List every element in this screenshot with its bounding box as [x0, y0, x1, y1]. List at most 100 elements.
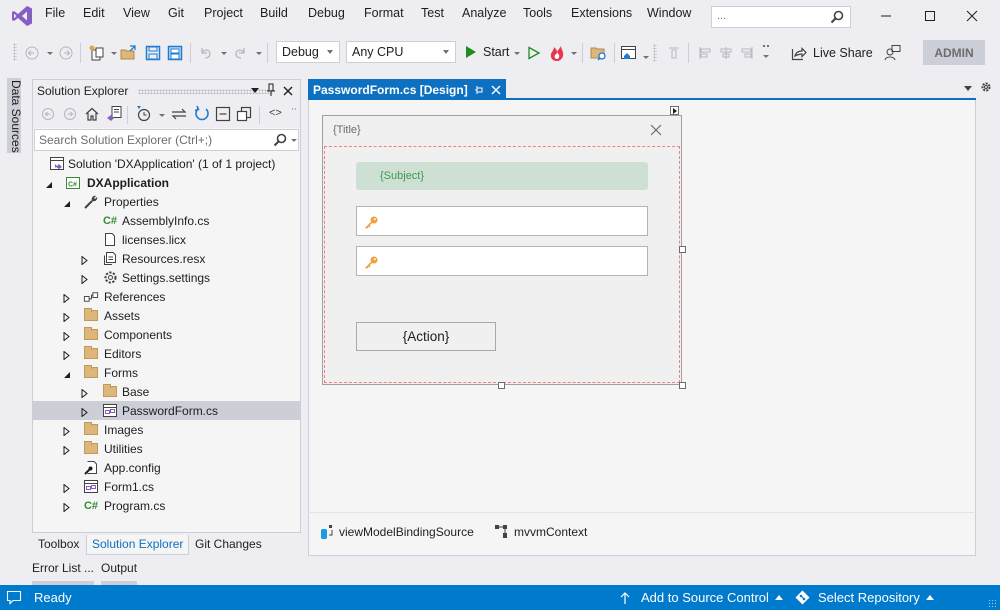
tree-item[interactable]: Utilities [33, 439, 300, 458]
maximize-button[interactable] [920, 6, 940, 26]
menu-debug[interactable]: Debug [308, 6, 345, 20]
tree-item[interactable]: Solution 'DXApplication' (1 of 1 project… [33, 154, 300, 173]
collapsed-arrow-icon[interactable] [63, 501, 71, 513]
expanded-arrow-icon[interactable] [63, 197, 71, 207]
collapsed-arrow-icon[interactable] [63, 311, 71, 323]
collapsed-arrow-icon[interactable] [63, 330, 71, 342]
tree-item[interactable]: Form1.cs [33, 477, 300, 496]
resize-handle-right[interactable] [679, 246, 686, 253]
toolbar-grip[interactable] [13, 43, 17, 61]
new-project-button[interactable] [88, 44, 106, 62]
save-all-button[interactable] [166, 44, 184, 62]
forward-button[interactable] [63, 107, 77, 124]
tree-item[interactable]: PasswordForm.cs [33, 401, 300, 420]
menu-build[interactable]: Build [260, 6, 288, 20]
undo-button[interactable] [197, 44, 215, 62]
align-tops-button[interactable] [665, 44, 683, 62]
tab-git-changes[interactable]: Git Changes [190, 535, 267, 555]
align-lefts-button[interactable] [696, 44, 714, 62]
tree-item[interactable]: Assets [33, 306, 300, 325]
collapsed-arrow-icon[interactable] [81, 273, 89, 285]
menu-tools[interactable]: Tools [523, 6, 552, 20]
open-file-button[interactable] [120, 44, 138, 62]
tree-item[interactable]: App.config [33, 458, 300, 477]
tree-item[interactable]: Settings.settings [33, 268, 300, 287]
show-all-files-button[interactable] [236, 106, 252, 125]
refresh-button[interactable] [193, 105, 211, 126]
tree-item[interactable]: References [33, 287, 300, 306]
redo-dropdown-arrow-icon[interactable] [256, 52, 262, 55]
menu-edit[interactable]: Edit [83, 6, 105, 20]
tree-item[interactable]: Images [33, 420, 300, 439]
collapsed-arrow-icon[interactable] [63, 349, 71, 361]
collapsed-arrow-icon[interactable] [63, 482, 71, 494]
solution-explorer-search[interactable] [34, 129, 299, 151]
component-view-model-binding-source[interactable]: viewModelBindingSource [319, 524, 474, 540]
minimize-button[interactable] [876, 6, 896, 26]
collapse-all-button[interactable] [215, 106, 231, 125]
resize-handle-bottom-right[interactable] [679, 382, 686, 389]
overflow-icon[interactable]: ⋅⋅ [291, 104, 297, 115]
window-position-dropdown-icon[interactable] [251, 88, 259, 93]
search-options-dropdown-icon[interactable] [291, 139, 297, 142]
navigate-forward-button[interactable] [57, 44, 75, 62]
search-solution-input[interactable] [35, 130, 255, 150]
collapsed-arrow-icon[interactable] [81, 254, 89, 266]
menu-test[interactable]: Test [421, 6, 444, 20]
back-dropdown-arrow-icon[interactable] [47, 52, 53, 55]
start-without-debugging-button[interactable] [525, 44, 543, 62]
find-in-files-button[interactable] [590, 44, 608, 62]
layout-dropdown-arrow-icon[interactable] [643, 56, 649, 59]
account-button[interactable]: ADMIN [923, 40, 985, 65]
live-share-button[interactable]: Live Share [791, 45, 873, 61]
back-button[interactable] [41, 107, 55, 124]
collapsed-arrow-icon[interactable] [81, 387, 89, 399]
new-project-dropdown-arrow-icon[interactable] [111, 52, 117, 55]
expanded-arrow-icon[interactable] [45, 178, 53, 188]
notifications-status[interactable]: Ready [6, 590, 72, 605]
navigate-back-button[interactable] [23, 44, 41, 62]
close-tab-icon[interactable] [491, 84, 501, 98]
solution-platform-select[interactable]: Any CPU [346, 41, 456, 63]
menu-format[interactable]: Format [364, 6, 404, 20]
resize-handle-bottom[interactable] [498, 382, 505, 389]
pin-icon[interactable] [266, 83, 276, 100]
tree-item[interactable]: Editors [33, 344, 300, 363]
collapsed-arrow-icon[interactable] [63, 444, 71, 456]
component-mvvm-context[interactable]: mvvmContext [494, 524, 587, 540]
tree-item[interactable]: C# DXApplication [33, 173, 300, 192]
align-centers-button[interactable] [717, 44, 735, 62]
sync-with-active-document-button[interactable] [171, 107, 187, 124]
collapsed-arrow-icon[interactable] [63, 292, 71, 304]
expanded-arrow-icon[interactable] [63, 368, 71, 378]
tree-item[interactable]: licenses.licx [33, 230, 300, 249]
action-button[interactable]: {Action} [356, 322, 496, 351]
align-rights-button[interactable] [738, 44, 756, 62]
pin-tab-icon[interactable] [474, 84, 484, 98]
feedback-button[interactable] [884, 44, 902, 62]
data-sources-tab[interactable]: Data Sources [7, 78, 23, 153]
undo-dropdown-arrow-icon[interactable] [221, 52, 227, 55]
collapsed-arrow-icon[interactable] [63, 425, 71, 437]
code-view-icon[interactable]: <> [269, 107, 282, 119]
tree-item[interactable]: Properties [33, 192, 300, 211]
hot-reload-dropdown-arrow-icon[interactable] [571, 52, 577, 55]
resize-grip-icon[interactable] [988, 599, 996, 607]
toolbar-grip[interactable] [653, 44, 657, 62]
menu-git[interactable]: Git [168, 6, 184, 20]
form-layout-button[interactable] [620, 44, 638, 62]
menu-window[interactable]: Window [647, 6, 691, 20]
home-button[interactable] [84, 106, 100, 125]
start-debugging-button[interactable]: Start [465, 45, 509, 59]
menu-extensions[interactable]: Extensions [571, 6, 632, 20]
filter-dropdown-arrow-icon[interactable] [159, 114, 165, 117]
close-window-button[interactable] [962, 6, 982, 26]
tab-solution-explorer[interactable]: Solution Explorer [86, 535, 190, 555]
solution-explorer-header[interactable]: Solution Explorer [33, 80, 300, 102]
tree-item[interactable]: Forms [33, 363, 300, 382]
tab-list-dropdown-icon[interactable] [964, 86, 972, 91]
menu-view[interactable]: View [123, 6, 150, 20]
search-icon[interactable] [273, 133, 287, 150]
save-button[interactable] [144, 44, 162, 62]
password-field-2[interactable] [356, 246, 648, 276]
